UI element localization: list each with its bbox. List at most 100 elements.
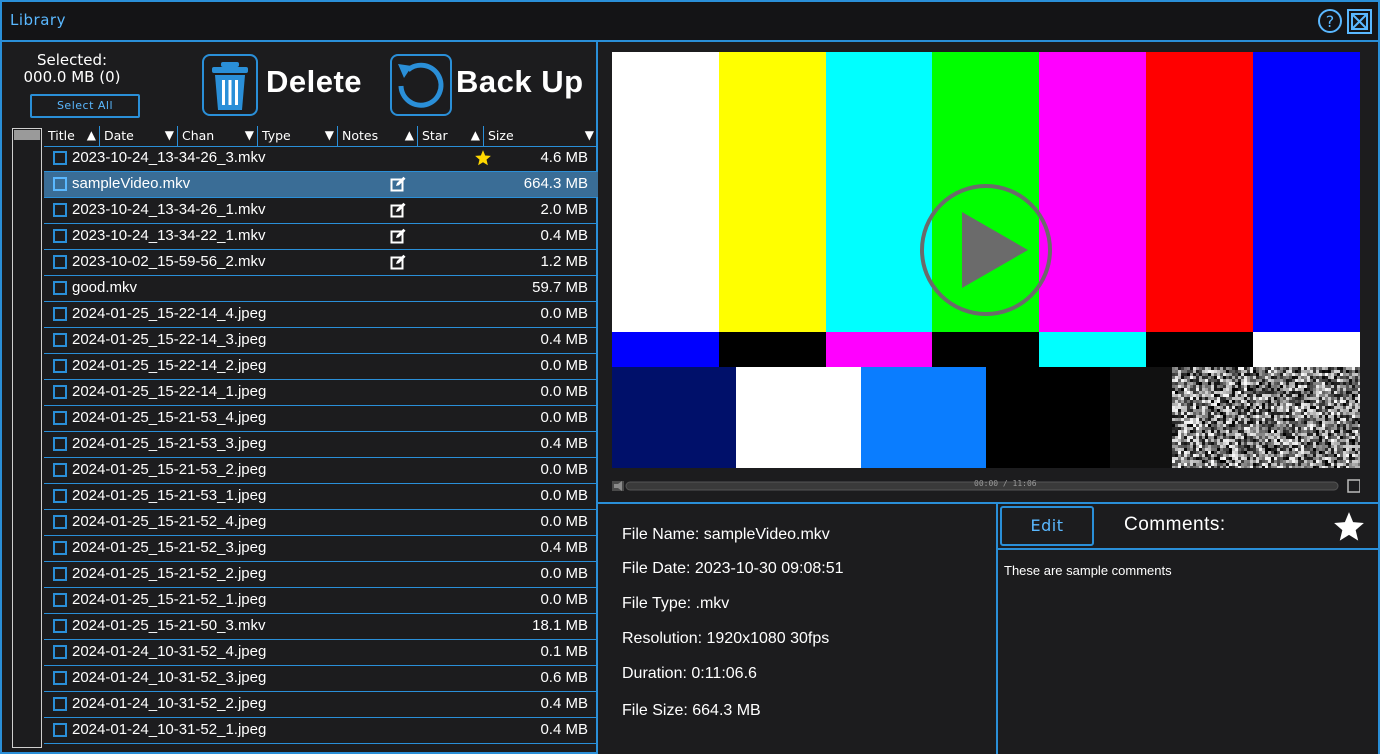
row-checkbox[interactable] [53,593,67,607]
scrollbar-thumb[interactable] [14,130,40,140]
table-row[interactable]: 2023-10-24_13-34-26_1.mkv 2.0 MB [44,198,598,224]
file-list-scrollbar[interactable] [12,128,42,748]
column-header-chan[interactable]: Chan ▼ [178,126,258,146]
column-header-label: Type [262,128,291,143]
table-header: Title ▲ Date ▼ Chan ▼ Type ▼ Notes ▲ Star ▲ Size ▼ [44,126,598,147]
table-row[interactable]: 2023-10-24_13-34-22_1.mkv 0.4 MB [44,224,598,250]
table-row[interactable]: 2024-01-24_10-31-52_3.jpeg 0.6 MB [44,666,598,692]
column-header-size[interactable]: Size ▼ [484,126,598,146]
column-header-type[interactable]: Type ▼ [258,126,338,146]
row-checkbox[interactable] [53,229,67,243]
row-checkbox[interactable] [53,411,67,425]
table-row[interactable]: 2023-10-02_15-59-56_2.mkv 1.2 MB [44,250,598,276]
table-row[interactable]: sampleVideo.mkv 664.3 MB [44,172,598,198]
file-size-cell: 18.1 MB [532,617,588,634]
video-panel: 00:00 / 11:06 [598,42,1380,504]
row-checkbox[interactable] [53,645,67,659]
file-type: File Type: .mkv [622,595,730,612]
edit-comments-button[interactable]: Edit [1000,506,1094,546]
file-name-cell: 2023-10-24_13-34-26_3.mkv [72,149,266,166]
file-name-cell: 2024-01-25_15-21-53_2.jpeg [72,461,267,478]
file-size-cell: 4.6 MB [540,149,588,166]
table-row[interactable]: 2024-01-25_15-21-52_4.jpeg 0.0 MB [44,510,598,536]
file-size-cell: 0.6 MB [540,669,588,686]
row-checkbox[interactable] [53,333,67,347]
fullscreen-icon[interactable] [1347,479,1361,493]
delete-label: Delete [266,64,363,99]
row-checkbox[interactable] [53,541,67,555]
file-name-cell: 2024-01-25_15-21-50_3.mkv [72,617,266,634]
close-button[interactable] [1347,9,1372,34]
row-checkbox[interactable] [53,567,67,581]
table-row[interactable]: 2024-01-25_15-22-14_2.jpeg 0.0 MB [44,354,598,380]
file-size-cell: 0.4 MB [540,227,588,244]
delete-button[interactable]: Delete [200,52,378,118]
table-row[interactable]: 2024-01-25_15-21-53_1.jpeg 0.0 MB [44,484,598,510]
table-row[interactable]: 2024-01-25_15-21-52_1.jpeg 0.0 MB [44,588,598,614]
row-checkbox[interactable] [53,151,67,165]
table-row[interactable]: 2024-01-25_15-21-50_3.mkv 18.1 MB [44,614,598,640]
file-name-cell: 2024-01-25_15-22-14_1.jpeg [72,383,267,400]
star-icon[interactable] [1332,510,1366,544]
trash-icon [202,54,258,116]
notes-icon [390,176,406,192]
file-size-cell: 664.3 MB [523,175,588,192]
sort-up-icon: ▲ [470,128,480,142]
window-title: Library [10,11,66,29]
video-preview[interactable] [612,52,1360,468]
row-checkbox[interactable] [53,307,67,321]
row-checkbox[interactable] [53,359,67,373]
column-header-notes[interactable]: Notes ▲ [338,126,418,146]
table-row[interactable]: 2024-01-25_15-21-52_2.jpeg 0.0 MB [44,562,598,588]
backup-button[interactable]: Back Up [388,52,596,118]
row-checkbox[interactable] [53,671,67,685]
row-checkbox[interactable] [53,619,67,633]
row-checkbox[interactable] [53,515,67,529]
duration: Duration: 0:11:06.6 [622,665,757,682]
table-row[interactable]: 2024-01-25_15-21-53_3.jpeg 0.4 MB [44,432,598,458]
table-row[interactable]: 2024-01-24_10-31-52_4.jpeg 0.1 MB [44,640,598,666]
row-checkbox[interactable] [53,489,67,503]
column-header-label: Star [422,128,448,143]
row-checkbox[interactable] [53,177,67,191]
selected-value: 000.0 MB (0) [23,68,121,86]
table-row[interactable]: 2024-01-25_15-22-14_3.jpeg 0.4 MB [44,328,598,354]
table-row[interactable]: 2024-01-25_15-22-14_1.jpeg 0.0 MB [44,380,598,406]
row-checkbox[interactable] [53,723,67,737]
table-row[interactable]: good.mkv 59.7 MB [44,276,598,302]
table-row[interactable]: 2024-01-25_15-21-53_2.jpeg 0.0 MB [44,458,598,484]
row-checkbox[interactable] [53,437,67,451]
comments-text[interactable]: These are sample comments [1004,563,1172,578]
table-row[interactable]: 2024-01-25_15-21-53_4.jpeg 0.0 MB [44,406,598,432]
table-row[interactable]: 2024-01-24_10-31-52_2.jpeg 0.4 MB [44,692,598,718]
table-row[interactable]: 2024-01-25_15-22-14_4.jpeg 0.0 MB [44,302,598,328]
play-icon[interactable] [918,182,1054,318]
table-row[interactable]: 2024-01-24_10-31-52_1.jpeg 0.4 MB [44,718,598,744]
file-name-cell: 2024-01-25_15-21-53_4.jpeg [72,409,267,426]
column-header-star[interactable]: Star ▲ [418,126,484,146]
sort-down-icon: ▼ [244,128,254,142]
file-name-cell: 2024-01-25_15-21-53_1.jpeg [72,487,267,504]
row-checkbox[interactable] [53,385,67,399]
file-name-cell: 2024-01-24_10-31-52_1.jpeg [72,721,267,738]
column-header-title[interactable]: Title ▲ [44,126,100,146]
row-checkbox[interactable] [53,203,67,217]
row-checkbox[interactable] [53,255,67,269]
file-name-cell: 2024-01-25_15-21-52_3.jpeg [72,539,267,556]
row-checkbox[interactable] [53,463,67,477]
file-size-cell: 2.0 MB [540,201,588,218]
help-button[interactable]: ? [1318,9,1342,33]
column-header-label: Chan [182,128,215,143]
row-checkbox[interactable] [53,281,67,295]
table-row[interactable]: 2024-01-25_15-21-52_3.jpeg 0.4 MB [44,536,598,562]
select-all-button[interactable]: Select All [30,94,140,118]
seek-bar[interactable]: 00:00 / 11:06 [612,478,1361,493]
file-size-cell: 0.0 MB [540,461,588,478]
row-checkbox[interactable] [53,697,67,711]
comments-panel: Edit Comments: These are sample comments [998,504,1380,754]
file-name-cell: 2024-01-25_15-21-52_1.jpeg [72,591,267,608]
file-name-cell: 2024-01-25_15-21-53_3.jpeg [72,435,267,452]
table-row[interactable]: 2023-10-24_13-34-26_3.mkv 4.6 MB [44,146,598,172]
file-name-cell: 2023-10-24_13-34-22_1.mkv [72,227,266,244]
column-header-date[interactable]: Date ▼ [100,126,178,146]
